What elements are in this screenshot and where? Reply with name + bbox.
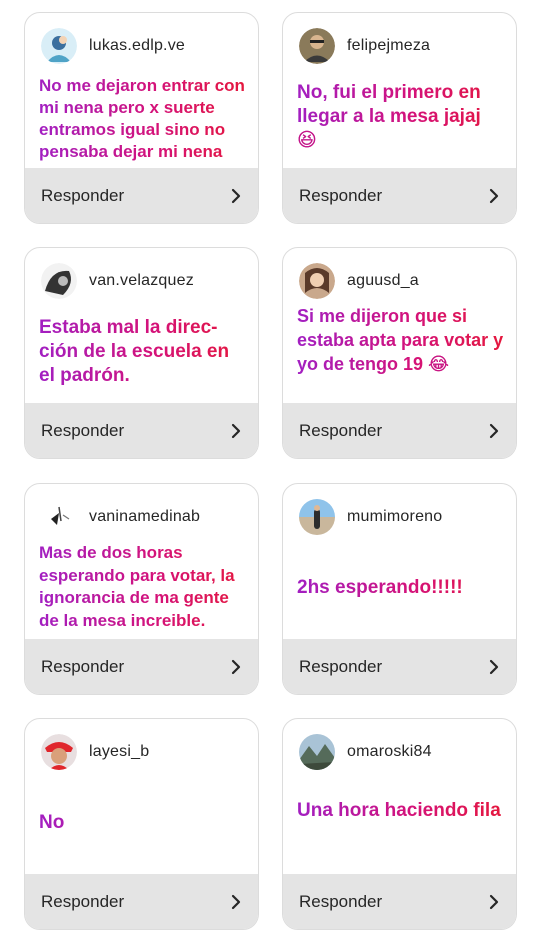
card-header: vaninamedinab [41,498,248,536]
card-header: van.velazquez [41,262,248,300]
avatar[interactable] [41,499,77,535]
username[interactable]: vaninamedinab [89,508,200,526]
avatar[interactable] [299,734,335,770]
reply-button[interactable]: Responder [283,168,516,223]
reply-label: Responder [41,891,125,911]
question-reply-card: omaroski84 Una hora haciendo fila Respon… [282,718,517,930]
chevron-right-icon [231,423,241,438]
chevron-right-icon [231,894,241,909]
reply-label: Responder [41,420,125,440]
reply-message: Estaba mal la direc-ción de la escuela e… [39,316,244,388]
chevron-right-icon [489,659,499,674]
chevron-right-icon [489,894,499,909]
grinning-squinting-emoji: 😆 [297,130,317,151]
reply-message: Mas de dos horas esperando para votar, l… [39,542,248,632]
question-reply-card: layesi_b No Responder [24,718,259,930]
username[interactable]: omaroski84 [347,743,432,761]
reply-message: Una hora haciendo fila [297,799,504,823]
avatar[interactable] [41,28,77,64]
reply-label: Responder [41,185,125,205]
avatar[interactable] [41,263,77,299]
reply-message: No, fui el primero en llegar a la mesa j… [297,81,504,153]
reply-message: No [39,811,246,835]
card-header: aguusd_a [299,262,506,300]
card-header: felipejmeza [299,27,506,65]
card-header: layesi_b [41,733,248,771]
username[interactable]: layesi_b [89,743,149,761]
chevron-right-icon [231,188,241,203]
reply-label: Responder [299,185,383,205]
username[interactable]: mumimoreno [347,508,442,526]
username[interactable]: lukas.edlp.ve [89,37,185,55]
card-header: mumimoreno [299,498,506,536]
reply-label: Responder [299,891,383,911]
reply-button[interactable]: Responder [283,639,516,694]
reply-label: Responder [299,656,383,676]
question-reply-card: van.velazquez Estaba mal la direc-ción d… [24,247,259,459]
question-reply-card: vaninamedinab Mas de dos horas esperando… [24,483,259,695]
reply-message: Si me dijeron que si estaba apta para vo… [297,306,504,374]
reply-button[interactable]: Responder [25,403,258,458]
question-reply-card: felipejmeza No, fui el primero en llegar… [282,12,517,224]
reply-button[interactable]: Responder [25,874,258,929]
username[interactable]: aguusd_a [347,272,419,290]
question-reply-card: aguusd_a Si me dijeron que si estaba apt… [282,247,517,459]
username[interactable]: van.velazquez [89,272,194,290]
card-header: lukas.edlp.ve [41,27,248,65]
reply-label: Responder [41,656,125,676]
chevron-right-icon [489,423,499,438]
chevron-right-icon [489,188,499,203]
avatar[interactable] [299,28,335,64]
avatar[interactable] [299,263,335,299]
reply-button[interactable]: Responder [25,639,258,694]
username[interactable]: felipejmeza [347,37,430,55]
chevron-right-icon [231,659,241,674]
tears-of-joy-emoji: 😂 [428,354,450,374]
avatar[interactable] [299,499,335,535]
reply-message: 2hs esperando!!!!! [297,576,504,600]
question-reply-card: mumimoreno 2hs esperando!!!!! Responder [282,483,517,695]
reply-button[interactable]: Responder [25,168,258,223]
question-reply-card: lukas.edlp.ve No me dejaron entrar con m… [24,12,259,224]
avatar[interactable] [41,734,77,770]
reply-label: Responder [299,420,383,440]
reply-button[interactable]: Responder [283,403,516,458]
reply-button[interactable]: Responder [283,874,516,929]
card-header: omaroski84 [299,733,506,771]
reply-message: No me dejaron entrar con mi nena pero x … [39,76,245,161]
